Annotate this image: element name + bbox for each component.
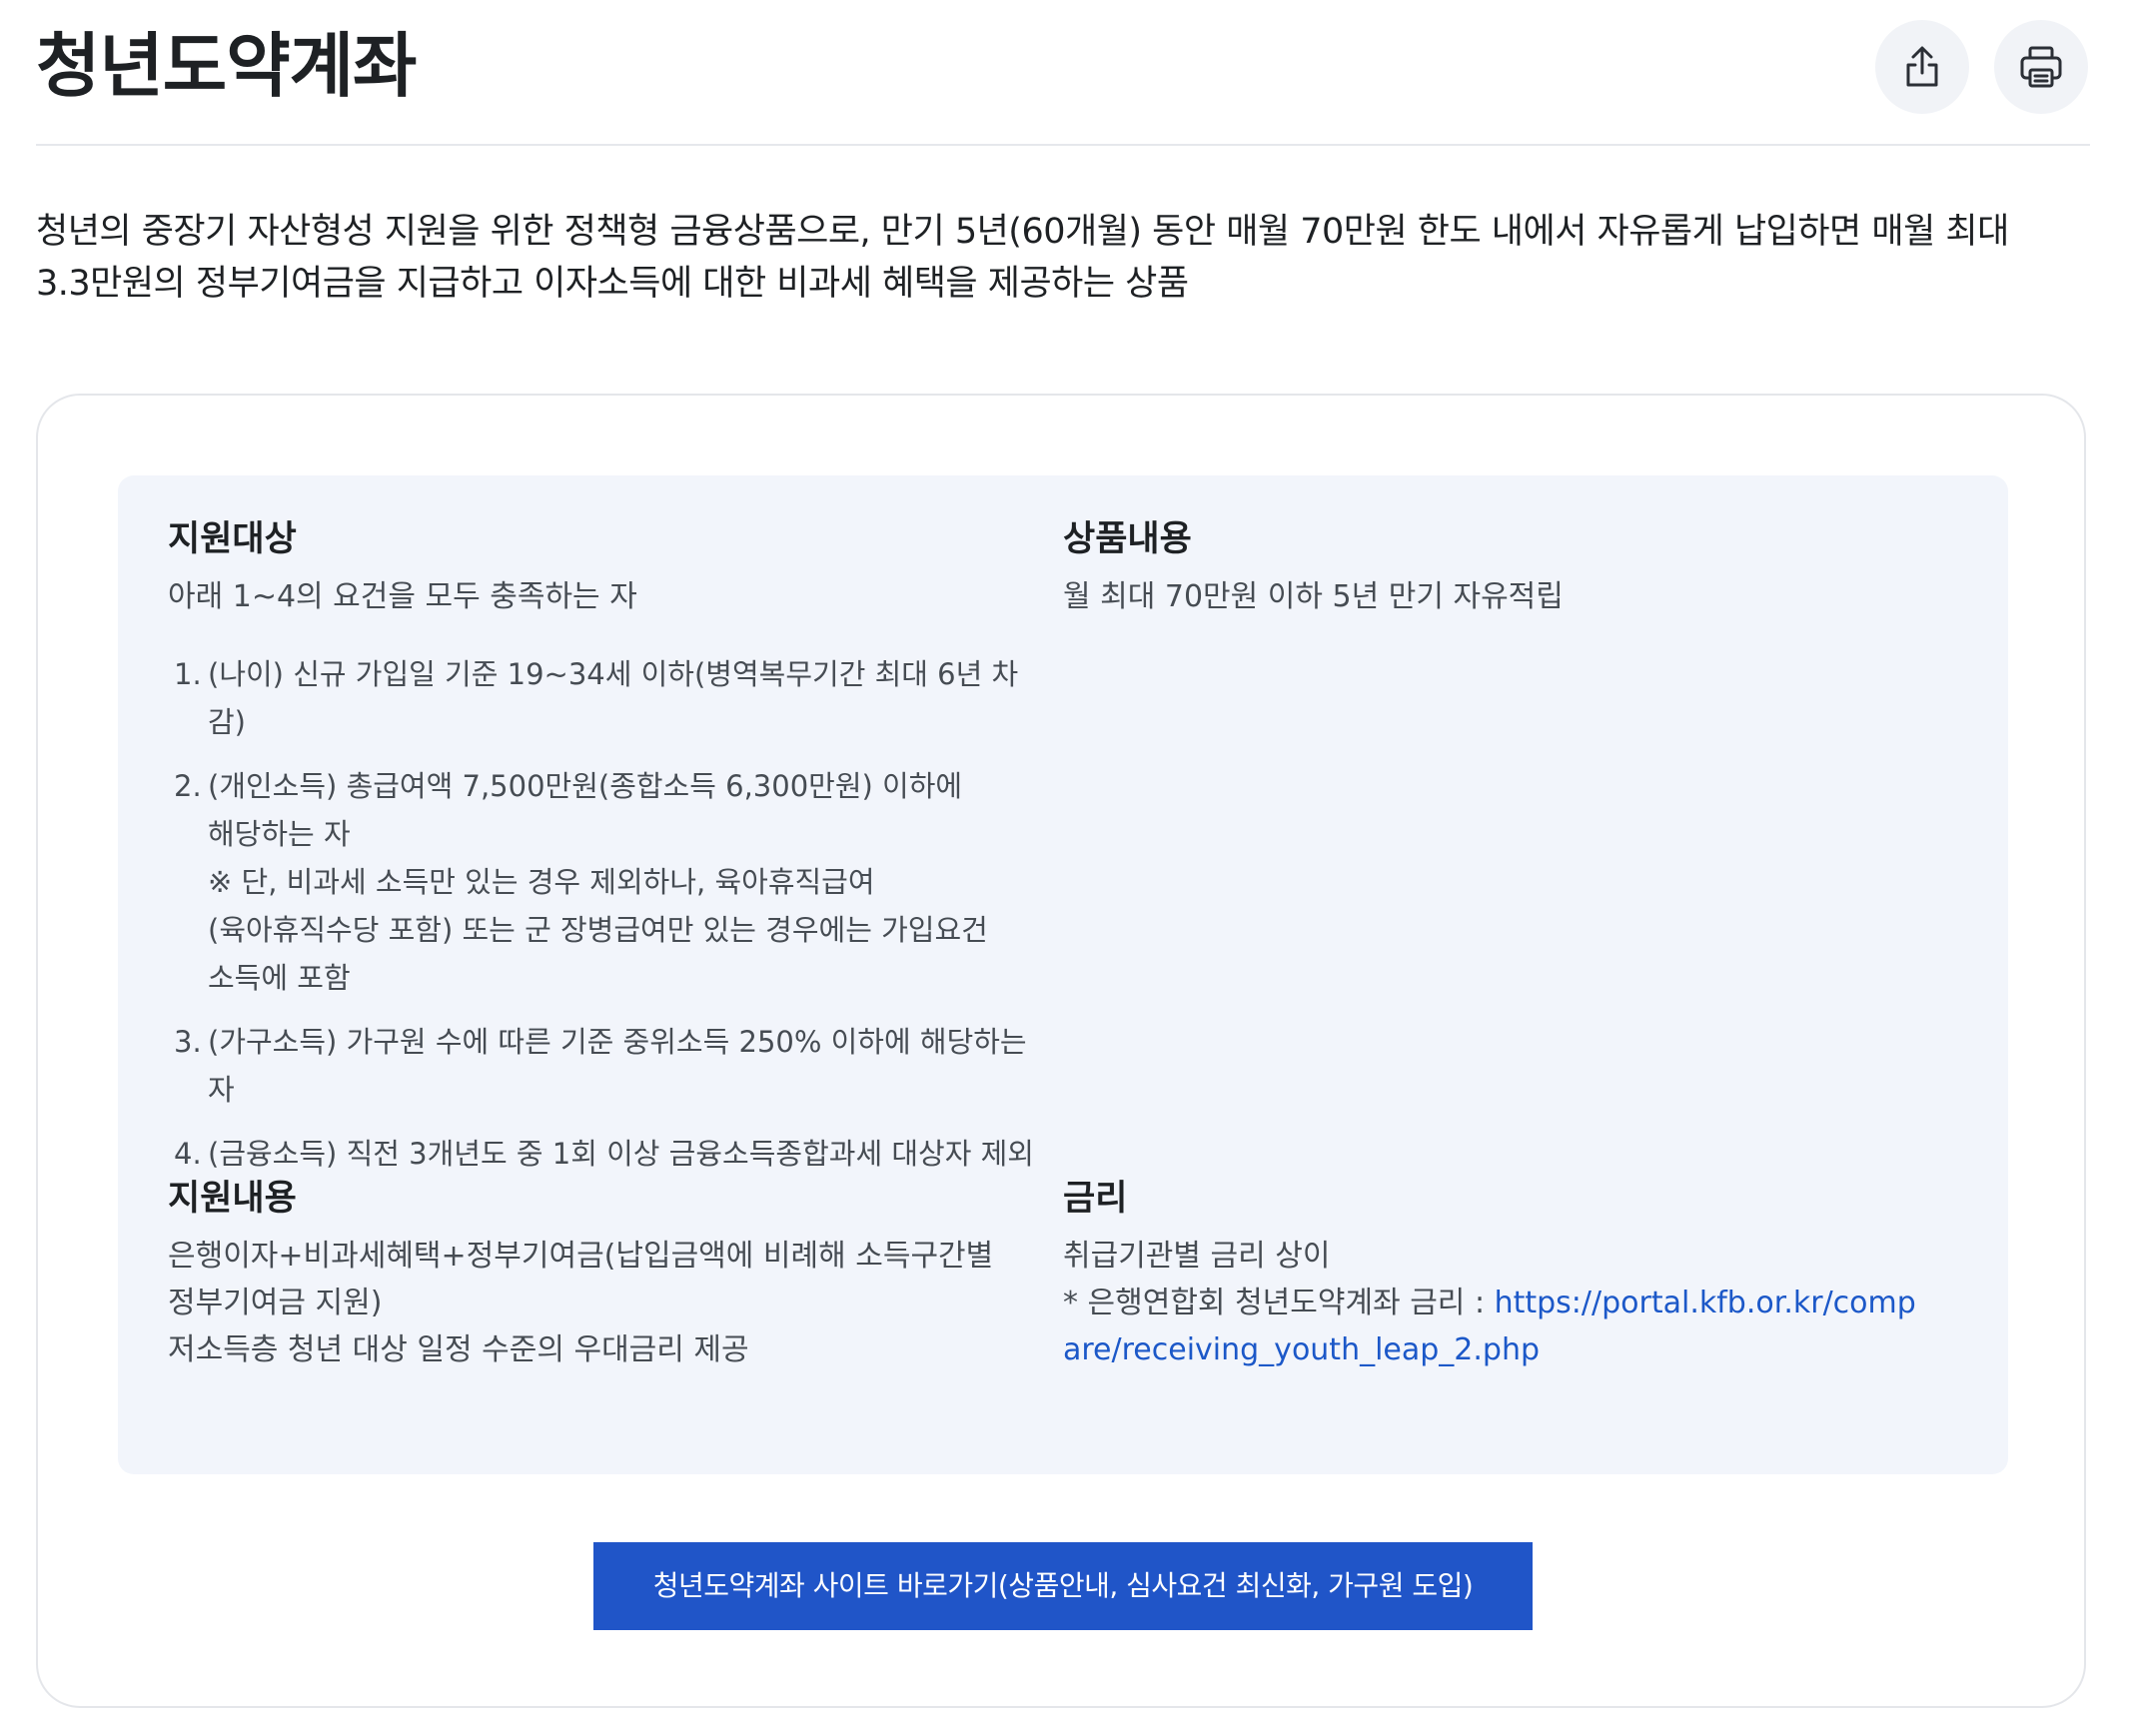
print-icon (2020, 46, 2062, 88)
requirement-list: 1. (나이) 신규 가입일 기준 19~34세 이하(병역복무기간 최대 6년… (168, 650, 1037, 1178)
rate-note: * 은행연합회 청년도약계좌 금리 : https://portal.kfb.o… (1063, 1286, 1916, 1320)
summary-line-1: 청년의 중장기 자산형성 지원을 위한 정책형 금융상품으로, 만기 5년(60… (36, 212, 2009, 252)
product-section: 상품내용 월 최대 70만원 이하 5년 만기 자유적립 (1063, 515, 1932, 620)
rate-text: 취급기관별 금리 상이 * 은행연합회 청년도약계좌 금리 : https://… (1063, 1233, 1932, 1373)
rate-section: 금리 취급기관별 금리 상이 * 은행연합회 청년도약계좌 금리 : https… (1063, 1175, 1932, 1373)
support-text: 은행이자+비과세혜택+정부기여금(납입금액에 비례해 소득구간별 정부기여금 지… (168, 1239, 994, 1367)
page-title: 청년도약계좌 (36, 25, 417, 107)
page-header: 청년도약계좌 (36, 0, 2090, 146)
product-summary: 청년의 중장기 자산형성 지원을 위한 정책형 금융상품으로, 만기 5년(60… (36, 206, 2094, 310)
list-item: 3. (가구소득) 가구원 수에 따른 기준 중위소득 250% 이하에 해당하… (174, 1025, 1027, 1107)
support-title: 지원내용 (168, 1179, 297, 1219)
product-text: 월 최대 70만원 이하 5년 만기 자유적립 (1063, 579, 1564, 614)
target-title: 지원대상 (168, 519, 297, 559)
rate-link-cont[interactable]: are/receiving_youth_leap_2.php (1063, 1332, 1540, 1367)
list-item: 4. (금융소득) 직전 3개년도 중 1회 이상 금융소득종합과세 대상자 제… (174, 1137, 1034, 1171)
rate-title: 금리 (1063, 1179, 1128, 1219)
rate-link[interactable]: https://portal.kfb.or.kr/comp (1495, 1286, 1916, 1320)
target-section: 지원대상 아래 1~4의 요건을 모두 충족하는 자 1. (나이) 신규 가입… (168, 515, 1037, 1194)
site-link-button[interactable]: 청년도약계좌 사이트 바로가기(상품안내, 심사요건 최신화, 가구원 도입) (593, 1542, 1533, 1630)
product-card: 지원대상 아래 1~4의 요건을 모두 충족하는 자 1. (나이) 신규 가입… (36, 394, 2086, 1708)
share-button[interactable] (1875, 20, 1969, 114)
target-intro: 아래 1~4의 요건을 모두 충족하는 자 (168, 579, 637, 614)
list-item: 2. (개인소득) 총급여액 7,500만원(종합소득 6,300만원) 이하에… (174, 769, 988, 995)
share-icon (1906, 46, 1938, 87)
support-section: 지원내용 은행이자+비과세혜택+정부기여금(납입금액에 비례해 소득구간별 정부… (168, 1175, 1037, 1373)
print-button[interactable] (1994, 20, 2088, 114)
summary-line-2: 3.3만원의 정부기여금을 지급하고 이자소득에 대한 비과세 혜택을 제공하는… (36, 264, 1189, 304)
product-title: 상품내용 (1063, 519, 1192, 559)
info-box: 지원대상 아래 1~4의 요건을 모두 충족하는 자 1. (나이) 신규 가입… (118, 475, 2008, 1474)
list-item: 1. (나이) 신규 가입일 기준 19~34세 이하(병역복무기간 최대 6년… (174, 657, 1019, 739)
